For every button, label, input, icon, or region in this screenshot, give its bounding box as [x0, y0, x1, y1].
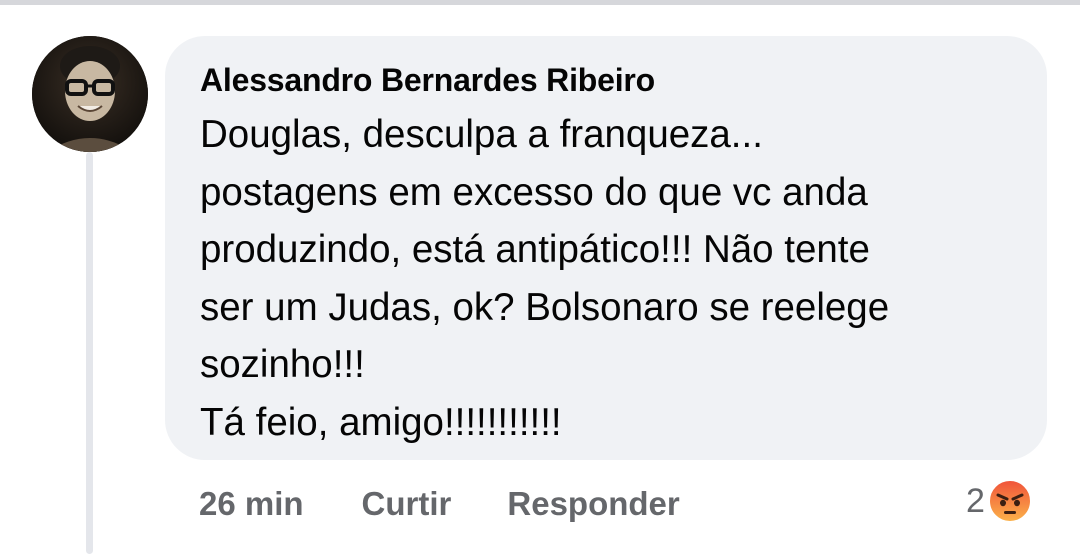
comment-bubble: Alessandro Bernardes Ribeiro Douglas, de… — [165, 36, 1047, 460]
like-button[interactable]: Curtir — [362, 485, 452, 523]
reply-button[interactable]: Responder — [507, 485, 679, 523]
author-avatar[interactable] — [32, 36, 148, 152]
top-divider — [0, 0, 1080, 5]
angry-reaction-icon — [987, 478, 1033, 524]
comment-text: Douglas, desculpa a franqueza... postage… — [200, 113, 890, 444]
comment-timestamp[interactable]: 26 min — [199, 485, 304, 523]
comment-author-name[interactable]: Alessandro Bernardes Ribeiro — [200, 58, 1013, 102]
comment-actions: 26 min Curtir Responder — [199, 478, 680, 530]
reply-thread-line — [86, 152, 93, 554]
reaction-count: 2 — [966, 481, 985, 520]
reaction-summary[interactable]: 2 — [966, 474, 1033, 528]
avatar-photo-icon — [32, 36, 148, 152]
